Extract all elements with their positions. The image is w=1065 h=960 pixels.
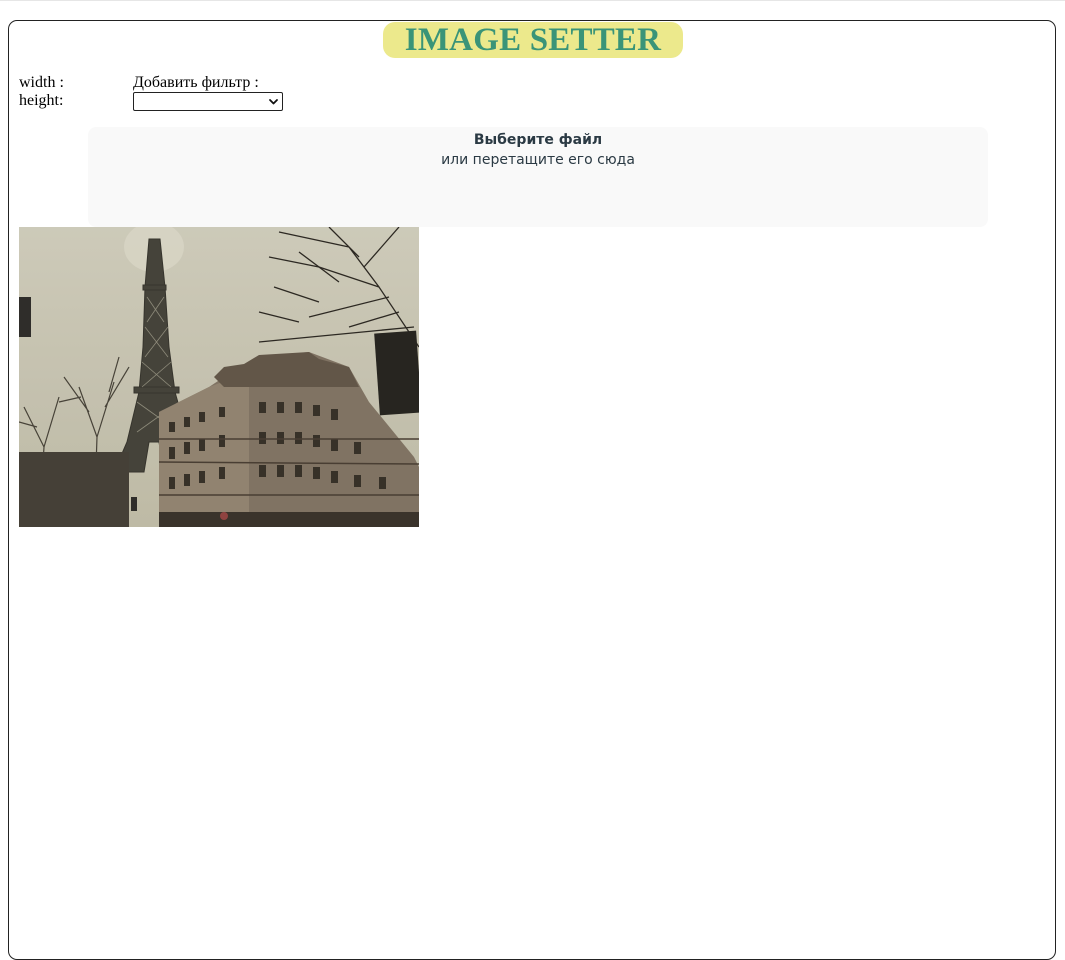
filter-select[interactable]	[133, 92, 283, 111]
top-divider	[0, 0, 1065, 1]
dropzone-title[interactable]: Выберите файл	[88, 130, 988, 150]
paris-photo	[19, 227, 419, 527]
file-dropzone[interactable]: Выберите файл или перетащите его сюда	[88, 127, 988, 227]
dropzone-subtitle: или перетащите его сюда	[441, 152, 635, 168]
filter-label: Добавить фильтр :	[133, 74, 259, 91]
chevron-down-icon	[269, 99, 278, 105]
height-label: height:	[19, 92, 64, 109]
width-label: width :	[19, 74, 64, 91]
page-title: IMAGE SETTER	[383, 22, 683, 58]
uploaded-image	[19, 227, 419, 527]
